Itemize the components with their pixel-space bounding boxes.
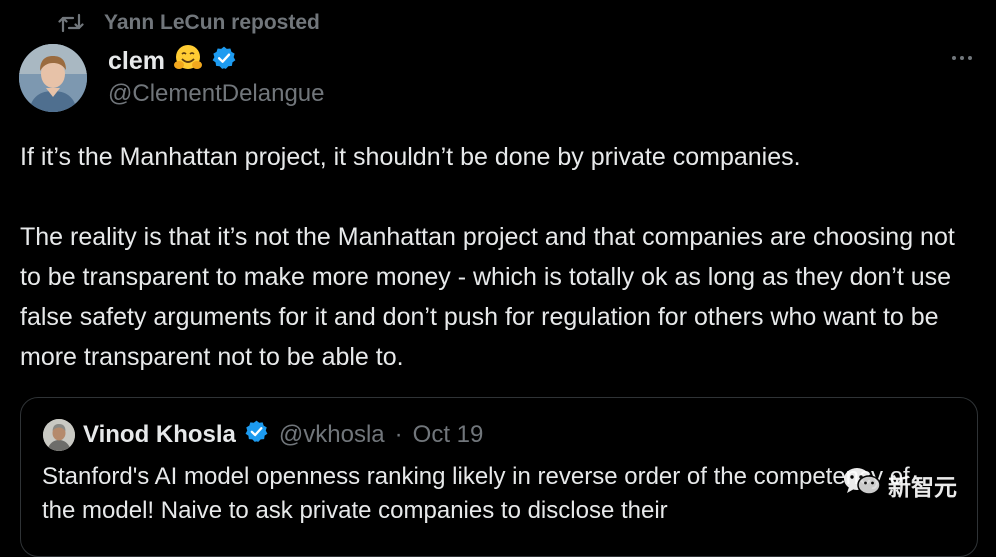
author-handle[interactable]: @ClementDelangue — [108, 80, 324, 108]
more-dot-icon — [960, 56, 964, 60]
author-name-row[interactable]: clem — [108, 44, 237, 78]
wechat-icon — [842, 466, 882, 504]
quoted-author-avatar[interactable] — [43, 419, 75, 451]
tweet-text: If it’s the Manhattan project, it should… — [20, 137, 980, 377]
more-dot-icon — [968, 56, 972, 60]
quoted-tweet[interactable]: Vinod Khosla @vkhosla · Oct 19 Stanford'… — [20, 397, 978, 557]
repost-indicator[interactable]: Yann LeCun reposted — [58, 10, 320, 36]
quoted-tweet-text: Stanford's AI model openness ranking lik… — [42, 463, 910, 524]
quoted-tweet-date[interactable]: Oct 19 — [413, 421, 484, 449]
author-avatar[interactable] — [19, 44, 87, 112]
repost-icon — [58, 12, 84, 34]
more-options-button[interactable] — [946, 50, 978, 66]
watermark: 新智元 — [842, 465, 957, 505]
quoted-author-handle[interactable]: @vkhosla — [279, 421, 385, 449]
repost-label: Yann LeCun reposted — [104, 11, 320, 34]
author-name[interactable]: clem — [108, 47, 165, 76]
hugging-face-emoji-icon — [173, 43, 203, 80]
tweet-paragraph: The reality is that it’s not the Manhatt… — [20, 223, 955, 371]
verified-badge-icon — [211, 45, 237, 78]
watermark-text: 新智元 — [888, 474, 957, 500]
more-dot-icon — [952, 56, 956, 60]
verified-badge-icon — [244, 419, 269, 451]
quoted-tweet-header: Vinod Khosla @vkhosla · Oct 19 — [43, 418, 483, 452]
tweet-paragraph: If it’s the Manhattan project, it should… — [20, 143, 801, 171]
meta-separator: · — [394, 421, 403, 448]
quoted-author-name[interactable]: Vinod Khosla — [83, 421, 236, 449]
